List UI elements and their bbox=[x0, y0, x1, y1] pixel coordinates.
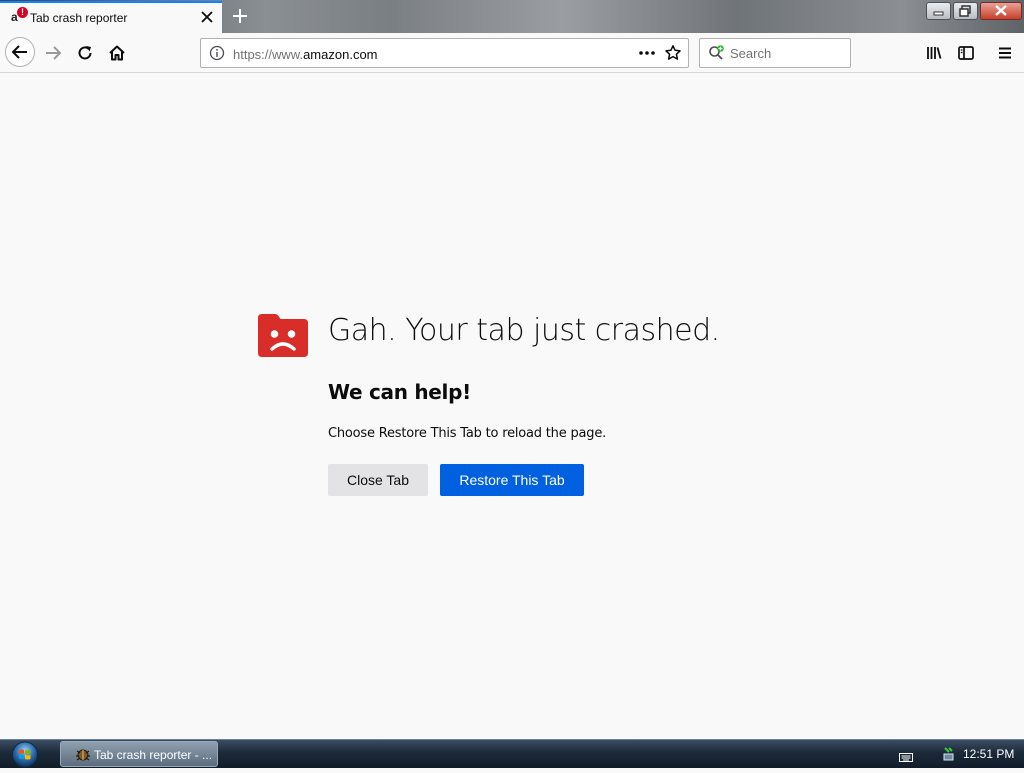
keyboard-icon[interactable] bbox=[899, 749, 913, 762]
tab-active[interactable]: a ! Tab crash reporter bbox=[0, 1, 222, 33]
tab-title: Tab crash reporter bbox=[30, 11, 128, 25]
bug-icon bbox=[75, 747, 91, 761]
hamburger-menu-icon bbox=[999, 47, 1011, 59]
sad-tab-icon bbox=[258, 314, 308, 357]
new-tab-icon[interactable] bbox=[230, 6, 250, 26]
forward-arrow-icon bbox=[46, 46, 62, 60]
sidebar-icon bbox=[958, 46, 974, 60]
library-icon bbox=[927, 47, 942, 59]
tab-close-icon[interactable] bbox=[199, 9, 215, 25]
page-actions-icon[interactable] bbox=[637, 44, 657, 62]
windows-start-icon bbox=[12, 741, 38, 768]
minimize-button[interactable] bbox=[926, 2, 951, 20]
crash-title: Gah. Your tab just crashed. bbox=[328, 313, 720, 348]
close-tab-button[interactable]: Close Tab bbox=[328, 464, 428, 496]
info-icon[interactable] bbox=[209, 45, 225, 61]
crash-subtitle: We can help! bbox=[328, 380, 471, 404]
taskbar-item-label: Tab crash reporter - ... bbox=[94, 748, 213, 762]
reload-icon bbox=[78, 46, 92, 60]
search-engine-icon[interactable] bbox=[708, 45, 726, 61]
url-scheme: https://www. bbox=[233, 47, 304, 62]
menu-button[interactable] bbox=[990, 38, 1020, 68]
restore-tab-button[interactable]: Restore This Tab bbox=[440, 464, 584, 496]
search-input[interactable] bbox=[730, 44, 846, 62]
windows-taskbar: Tab crash reporter - ... 12:51 PM bbox=[0, 739, 1024, 768]
back-button[interactable] bbox=[5, 37, 35, 67]
window-controls bbox=[926, 2, 1022, 20]
url-bar[interactable]: https://www.amazon.com bbox=[200, 38, 689, 68]
tab-strip: a ! Tab crash reporter bbox=[0, 0, 1024, 33]
crash-badge-icon: ! bbox=[17, 7, 28, 18]
library-button[interactable] bbox=[919, 38, 949, 68]
url-text[interactable]: https://www.amazon.com bbox=[233, 47, 378, 62]
network-icon[interactable] bbox=[941, 746, 957, 762]
close-window-button[interactable] bbox=[980, 2, 1022, 20]
reload-button[interactable] bbox=[70, 38, 100, 68]
taskbar-clock[interactable]: 12:51 PM bbox=[963, 747, 1014, 761]
back-arrow-icon bbox=[11, 45, 27, 59]
forward-button[interactable] bbox=[38, 38, 68, 68]
restore-window-button[interactable] bbox=[953, 2, 978, 20]
home-button[interactable] bbox=[102, 38, 132, 68]
bookmark-star-icon[interactable] bbox=[664, 44, 682, 62]
crash-message: Choose Restore This Tab to reload the pa… bbox=[328, 426, 607, 441]
home-icon bbox=[109, 45, 125, 61]
start-button[interactable] bbox=[8, 741, 42, 768]
amazon-favicon-icon: a ! bbox=[11, 7, 28, 24]
taskbar-item-firefox[interactable]: Tab crash reporter - ... bbox=[60, 741, 218, 767]
tab-crash-page: Gah. Your tab just crashed. We can help!… bbox=[0, 73, 1024, 739]
nav-toolbar: https://www.amazon.com bbox=[0, 33, 1024, 73]
url-domain: amazon.com bbox=[303, 47, 378, 62]
sidebar-button[interactable] bbox=[951, 38, 981, 68]
search-bar[interactable] bbox=[699, 38, 851, 68]
